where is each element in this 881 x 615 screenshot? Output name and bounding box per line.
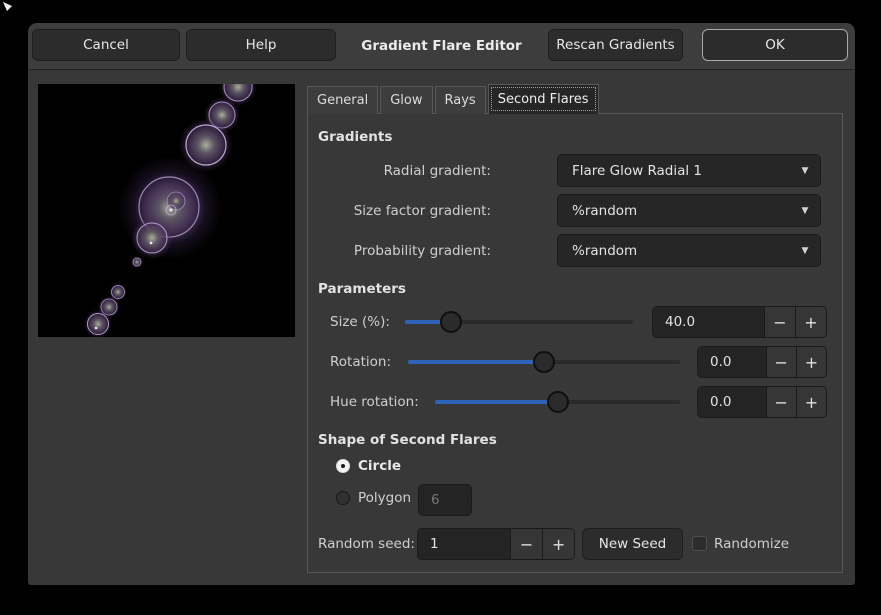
- plus-icon[interactable]: +: [796, 347, 826, 377]
- shape-section-title: Shape of Second Flares: [318, 430, 497, 450]
- plus-icon[interactable]: +: [795, 307, 826, 337]
- radial-gradient-label: Radial gradient:: [318, 161, 491, 181]
- slider-fill: [435, 400, 558, 404]
- tab-second-flares[interactable]: Second Flares: [488, 84, 599, 114]
- polygon-sides-input[interactable]: [418, 484, 472, 516]
- circle-radio-label[interactable]: Circle: [358, 456, 401, 476]
- hue-rotation-label: Hue rotation:: [330, 392, 419, 412]
- polygon-radio[interactable]: [336, 491, 350, 505]
- notebook-tabs: General Glow Rays Second Flares: [307, 84, 601, 114]
- size-slider[interactable]: [405, 310, 633, 334]
- rotation-label: Rotation:: [330, 352, 391, 372]
- ok-button[interactable]: OK: [702, 29, 848, 61]
- cursor-artifact: [3, 2, 12, 11]
- gradients-section-title: Gradients: [318, 127, 392, 147]
- polygon-radio-label[interactable]: Polygon: [358, 488, 411, 508]
- minus-icon[interactable]: −: [764, 307, 795, 337]
- chevron-down-icon: ▼: [790, 206, 820, 216]
- chevron-down-icon: ▼: [790, 166, 820, 176]
- size-label: Size (%):: [330, 312, 390, 332]
- probability-gradient-dropdown[interactable]: %random ▼: [557, 234, 821, 267]
- rotation-slider[interactable]: [408, 350, 680, 374]
- size-factor-gradient-label: Size factor gradient:: [318, 201, 491, 221]
- probability-gradient-value: %random: [558, 243, 790, 259]
- chevron-down-icon: ▼: [790, 246, 820, 256]
- rotation-input[interactable]: [698, 347, 766, 377]
- new-seed-button[interactable]: New Seed: [582, 528, 683, 560]
- radial-gradient-value: Flare Glow Radial 1: [558, 163, 790, 179]
- probability-gradient-label: Probability gradient:: [318, 241, 491, 261]
- random-seed-input[interactable]: [418, 529, 510, 559]
- minus-icon[interactable]: −: [766, 387, 796, 417]
- dialog-header: Cancel Help Gradient Flare Editor Rescan…: [28, 23, 855, 70]
- rescan-gradients-button[interactable]: Rescan Gradients: [548, 29, 683, 61]
- random-seed-spinbox: − +: [417, 528, 575, 560]
- gradient-flare-editor-window: Cancel Help Gradient Flare Editor Rescan…: [28, 23, 855, 585]
- cancel-button[interactable]: Cancel: [32, 29, 180, 61]
- slider-fill: [408, 360, 544, 364]
- tab-general[interactable]: General: [307, 86, 378, 114]
- random-seed-label: Random seed:: [318, 534, 415, 554]
- flare-preview[interactable]: [38, 84, 295, 337]
- hue-rotation-slider[interactable]: [435, 390, 680, 414]
- circle-radio[interactable]: [336, 459, 350, 473]
- size-factor-gradient-dropdown[interactable]: %random ▼: [557, 194, 821, 227]
- size-input[interactable]: [653, 307, 764, 337]
- plus-icon[interactable]: +: [542, 529, 574, 559]
- tab-rays[interactable]: Rays: [435, 86, 486, 114]
- slider-thumb[interactable]: [547, 391, 569, 413]
- radial-gradient-dropdown[interactable]: Flare Glow Radial 1 ▼: [557, 154, 821, 187]
- minus-icon[interactable]: −: [766, 347, 796, 377]
- slider-thumb[interactable]: [533, 351, 555, 373]
- randomize-checkbox[interactable]: [692, 536, 707, 551]
- size-spinbox: − +: [652, 306, 827, 338]
- minus-icon[interactable]: −: [510, 529, 542, 559]
- hue-rotation-spinbox: − +: [697, 386, 827, 418]
- flare-preview-image: [38, 84, 295, 337]
- randomize-label[interactable]: Randomize: [714, 534, 789, 554]
- plus-icon[interactable]: +: [796, 387, 826, 417]
- parameters-section-title: Parameters: [318, 279, 406, 299]
- slider-thumb[interactable]: [440, 311, 462, 333]
- hue-rotation-input[interactable]: [698, 387, 766, 417]
- rotation-spinbox: − +: [697, 346, 827, 378]
- size-factor-gradient-value: %random: [558, 203, 790, 219]
- tab-glow[interactable]: Glow: [380, 86, 432, 114]
